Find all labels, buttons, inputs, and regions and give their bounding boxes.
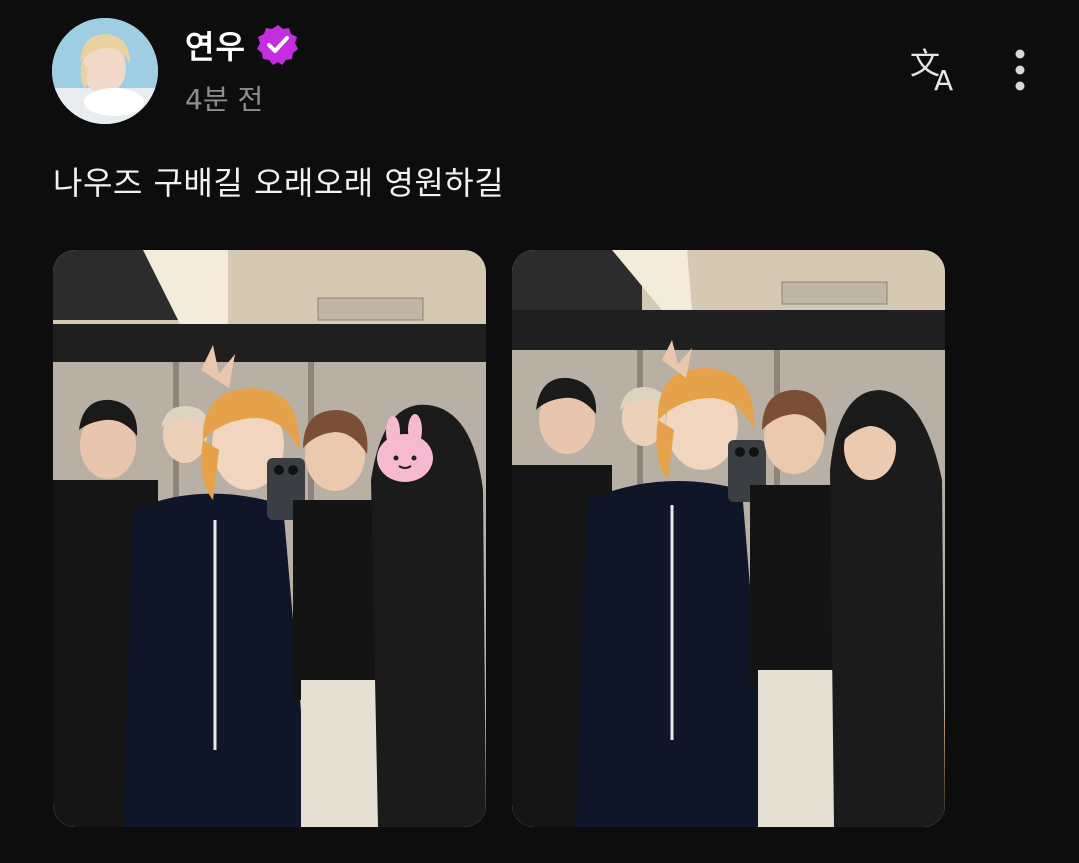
post-header: 연우 4분 전 文 A xyxy=(52,18,1042,128)
post-timestamp: 4분 전 xyxy=(185,83,264,116)
more-vertical-icon[interactable] xyxy=(1002,48,1038,96)
post-photo-2[interactable] xyxy=(512,250,945,827)
post-photo-1[interactable] xyxy=(53,250,486,827)
translate-icon[interactable]: 文 A xyxy=(908,44,964,97)
post-body-text: 나우즈 구배길 오래오래 영원하길 xyxy=(53,164,505,202)
author-row: 연우 xyxy=(185,22,300,68)
verified-badge-icon xyxy=(256,23,300,67)
avatar[interactable] xyxy=(52,18,158,124)
svg-text:A: A xyxy=(934,64,953,94)
author-name[interactable]: 연우 xyxy=(185,22,246,68)
author-block: 연우 4분 전 xyxy=(185,22,300,118)
